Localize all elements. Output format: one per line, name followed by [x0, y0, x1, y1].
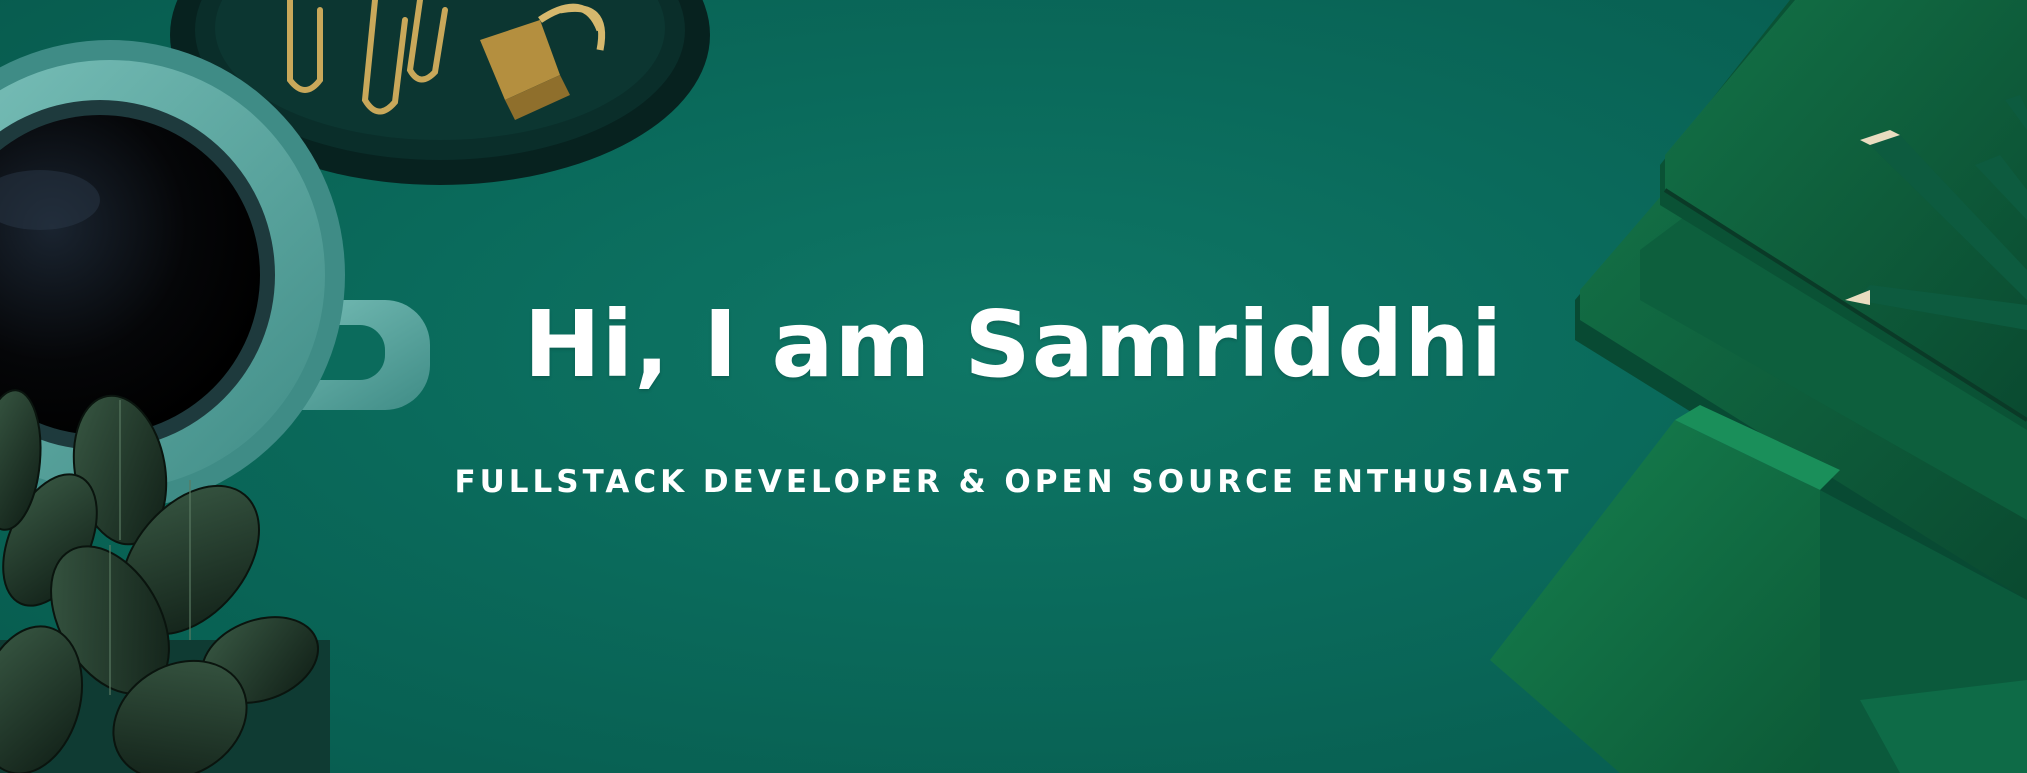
banner-headline: Hi, I am Samriddhi: [523, 291, 1504, 398]
banner-tagline: FULLSTACK DEVELOPER & OPEN SOURCE ENTHUS…: [454, 464, 1573, 500]
profile-banner: Hi, I am Samriddhi FULLSTACK DEVELOPER &…: [0, 0, 2027, 773]
